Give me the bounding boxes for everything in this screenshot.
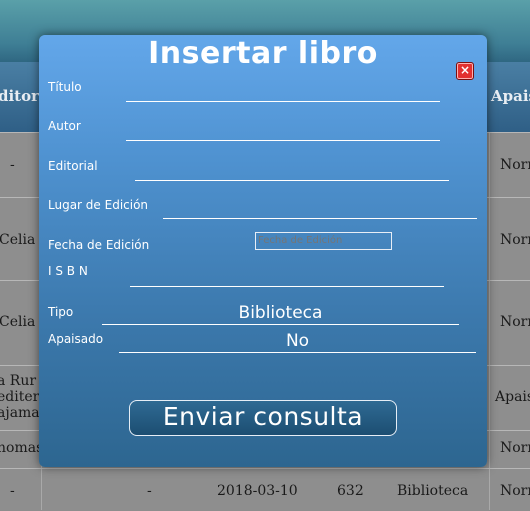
lugar-edicion-label: Lugar de Edición — [48, 198, 149, 212]
close-button[interactable]: × — [456, 62, 474, 80]
table-cell: Norn — [500, 483, 530, 499]
table-cell: 632 — [337, 483, 364, 499]
table-cell: Apais — [495, 389, 530, 405]
fecha-edicion-label: Fecha de Edición — [48, 238, 150, 252]
isbn-label: I S B N — [48, 264, 88, 278]
table-row[interactable]: - - 2018-03-10 632 Biblioteca Norn — [0, 468, 530, 511]
table-cell: - — [147, 483, 152, 499]
insert-book-dialog: Insertar libro × Título Autor Editorial … — [39, 35, 487, 467]
apaisado-select[interactable]: No — [119, 330, 476, 353]
autor-label: Autor — [48, 119, 81, 133]
isbn-input[interactable] — [130, 268, 444, 287]
table-cell: Biblioteca — [397, 483, 469, 499]
lugar-edicion-input[interactable] — [163, 200, 477, 219]
table-cell: Norn — [500, 440, 530, 456]
fecha-edicion-input[interactable] — [255, 232, 392, 250]
submit-button[interactable]: Enviar consulta — [129, 400, 397, 436]
table-cell: Norn — [500, 232, 530, 248]
table-cell: Norn — [500, 314, 530, 330]
titulo-input[interactable] — [126, 83, 440, 102]
apaisado-label: Apaisado — [48, 332, 104, 346]
table-cell: 2018-03-10 — [217, 483, 298, 499]
table-cell: - — [10, 483, 15, 499]
header-cell-apaisado: Apais — [491, 87, 530, 105]
dialog-title: Insertar libro — [148, 36, 378, 71]
table-cell: a Rur editer ajamal — [0, 373, 45, 421]
editorial-input[interactable] — [135, 162, 449, 181]
titulo-label: Título — [48, 80, 82, 94]
table-cell: Norn — [500, 157, 530, 173]
editorial-label: Editorial — [48, 159, 98, 173]
table-cell: homas — [0, 440, 44, 456]
table-cell: - — [10, 157, 15, 173]
tipo-select[interactable]: Biblioteca — [102, 302, 459, 325]
tipo-label: Tipo — [48, 305, 74, 319]
autor-input[interactable] — [126, 122, 440, 141]
